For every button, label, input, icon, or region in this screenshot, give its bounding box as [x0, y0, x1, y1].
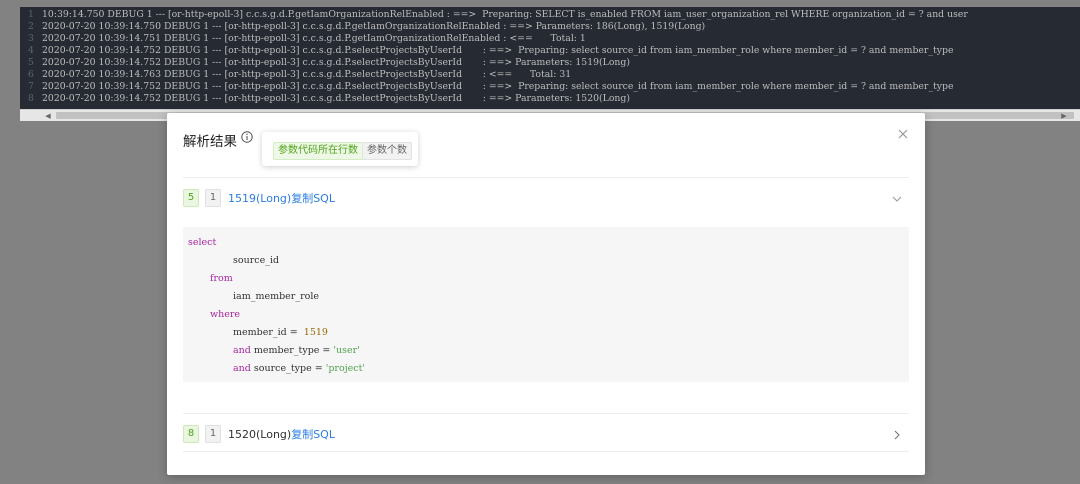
scroll-left-arrow-icon[interactable]: ◀ — [42, 111, 54, 121]
code-line: source_id — [233, 255, 279, 266]
code-line: iam_member_role — [233, 291, 319, 302]
sql-value: 1519 — [303, 327, 328, 338]
log-line: 5 2020-07-20 10:39:14.752 DEBUG 1 --- [or… — [20, 57, 1080, 69]
code-line: select — [188, 237, 216, 248]
line-number-badge: 8 — [183, 425, 199, 443]
log-line: 4 2020-07-20 10:39:14.752 DEBUG 1 --- [or… — [20, 45, 1080, 57]
log-line: 3 2020-07-20 10:39:14.751 DEBUG 1 --- [or… — [20, 33, 1080, 45]
parse-result-modal: 解析结果 参数代码所在行数 参数个数 5 1 1519(Long)复制SQL s… — [167, 113, 925, 475]
log-line: 2 2020-07-20 10:39:14.750 DEBUG 1 --- [or… — [20, 21, 1080, 33]
param-values: 1519(Long) — [228, 192, 292, 205]
param-text: 1519(Long)复制SQL — [228, 190, 335, 206]
line-number: 3 — [28, 33, 34, 44]
log-text: 2020-07-20 10:39:14.752 DEBUG 1 --- [or-… — [42, 57, 630, 68]
log-line: 8 2020-07-20 10:39:14.752 DEBUG 1 --- [or… — [20, 93, 1080, 105]
sql-value: 'project' — [325, 363, 366, 374]
sql-column: source_id — [233, 255, 280, 266]
close-icon[interactable] — [896, 127, 910, 141]
sql-condition: member_type = — [250, 345, 334, 356]
line-number: 1 — [28, 9, 34, 20]
sql-condition: source_type = — [250, 363, 326, 374]
log-line: 6 2020-07-20 10:39:14.763 DEBUG 1 --- [or… — [20, 69, 1080, 81]
sql-code-block: select source_id from iam_member_role wh… — [183, 227, 909, 382]
sql-keyword: and — [233, 345, 251, 356]
param-count-badge: 1 — [205, 425, 221, 443]
log-text: 10:39:14.750 DEBUG 1 --- [or-http-epoll-… — [42, 9, 968, 20]
result-header-1[interactable]: 5 1 1519(Long)复制SQL — [183, 189, 909, 209]
copy-sql-link[interactable]: 复制SQL — [291, 192, 335, 205]
scroll-right-arrow-icon[interactable]: ▶ — [1058, 111, 1070, 121]
log-text: 2020-07-20 10:39:14.750 DEBUG 1 --- [or-… — [42, 21, 706, 32]
sql-value: 'user' — [333, 345, 360, 356]
divider — [183, 177, 909, 178]
line-number: 4 — [28, 45, 34, 56]
line-number-badge: 5 — [183, 189, 199, 207]
log-lines: 1 10:39:14.750 DEBUG 1 --- [or-http-epoll… — [20, 9, 1080, 105]
tag-param-count: 参数个数 — [362, 142, 412, 160]
line-number: 2 — [28, 21, 34, 32]
line-number: 6 — [28, 69, 34, 80]
sql-table: iam_member_role — [233, 291, 320, 302]
code-line: and source_type = 'project' — [233, 363, 365, 374]
log-text: 2020-07-20 10:39:14.752 DEBUG 1 --- [or-… — [42, 45, 954, 56]
log-text: 2020-07-20 10:39:14.763 DEBUG 1 --- [or-… — [42, 69, 572, 80]
log-line: 1 10:39:14.750 DEBUG 1 --- [or-http-epoll… — [20, 9, 1080, 21]
modal-title: 解析结果 — [183, 134, 237, 150]
param-values: 1520(Long) — [228, 428, 292, 441]
chevron-down-icon[interactable] — [891, 193, 903, 205]
line-number: 8 — [28, 93, 34, 104]
log-console: 1 10:39:14.750 DEBUG 1 --- [or-http-epoll… — [20, 7, 1080, 121]
divider — [183, 413, 909, 414]
code-line: and member_type = 'user' — [233, 345, 360, 356]
divider — [183, 451, 909, 452]
sql-keyword: select — [188, 237, 217, 248]
sql-keyword: where — [210, 309, 241, 320]
log-line: 7 2020-07-20 10:39:14.752 DEBUG 1 --- [or… — [20, 81, 1080, 93]
info-icon[interactable] — [241, 131, 253, 143]
code-line: member_id = 1519 — [233, 327, 328, 338]
param-text: 1520(Long)复制SQL — [228, 426, 335, 442]
result-header-2[interactable]: 8 1 1520(Long)复制SQL — [183, 425, 909, 445]
sql-condition: member_id = — [233, 327, 301, 338]
line-number: 5 — [28, 57, 34, 68]
info-tooltip: 参数代码所在行数 参数个数 — [262, 132, 418, 166]
log-text: 2020-07-20 10:39:14.751 DEBUG 1 --- [or-… — [42, 33, 586, 44]
log-text: 2020-07-20 10:39:14.752 DEBUG 1 --- [or-… — [42, 93, 630, 104]
tag-line-number: 参数代码所在行数 — [273, 142, 363, 160]
line-number: 7 — [28, 81, 34, 92]
param-count-badge: 1 — [205, 189, 221, 207]
log-text: 2020-07-20 10:39:14.752 DEBUG 1 --- [or-… — [42, 81, 954, 92]
sql-keyword: and — [233, 363, 251, 374]
sql-keyword: from — [210, 273, 233, 284]
chevron-right-icon[interactable] — [891, 429, 903, 441]
copy-sql-link[interactable]: 复制SQL — [291, 428, 335, 441]
code-line: from — [210, 273, 233, 284]
code-line: where — [210, 309, 240, 320]
